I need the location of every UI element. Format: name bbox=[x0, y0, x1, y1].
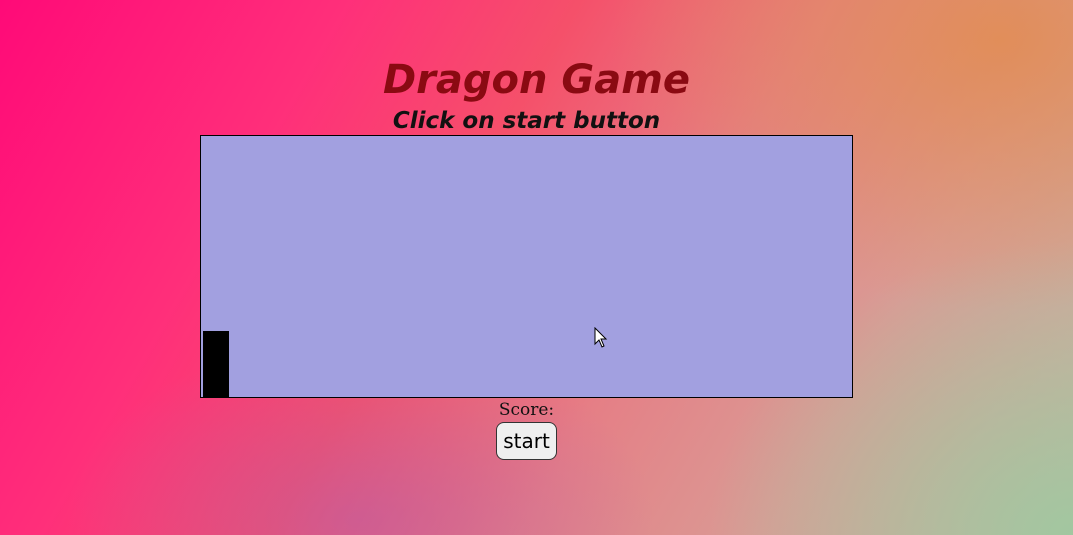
game-canvas[interactable] bbox=[200, 135, 853, 398]
start-button[interactable]: start bbox=[496, 422, 557, 460]
player-block bbox=[203, 331, 229, 397]
game-title: Dragon Game bbox=[382, 57, 691, 103]
game-instructions: Click on start button bbox=[392, 108, 661, 134]
score-label: Score: bbox=[498, 400, 555, 420]
mouse-cursor-icon bbox=[594, 327, 608, 348]
score-display: Score: bbox=[0, 399, 1053, 421]
